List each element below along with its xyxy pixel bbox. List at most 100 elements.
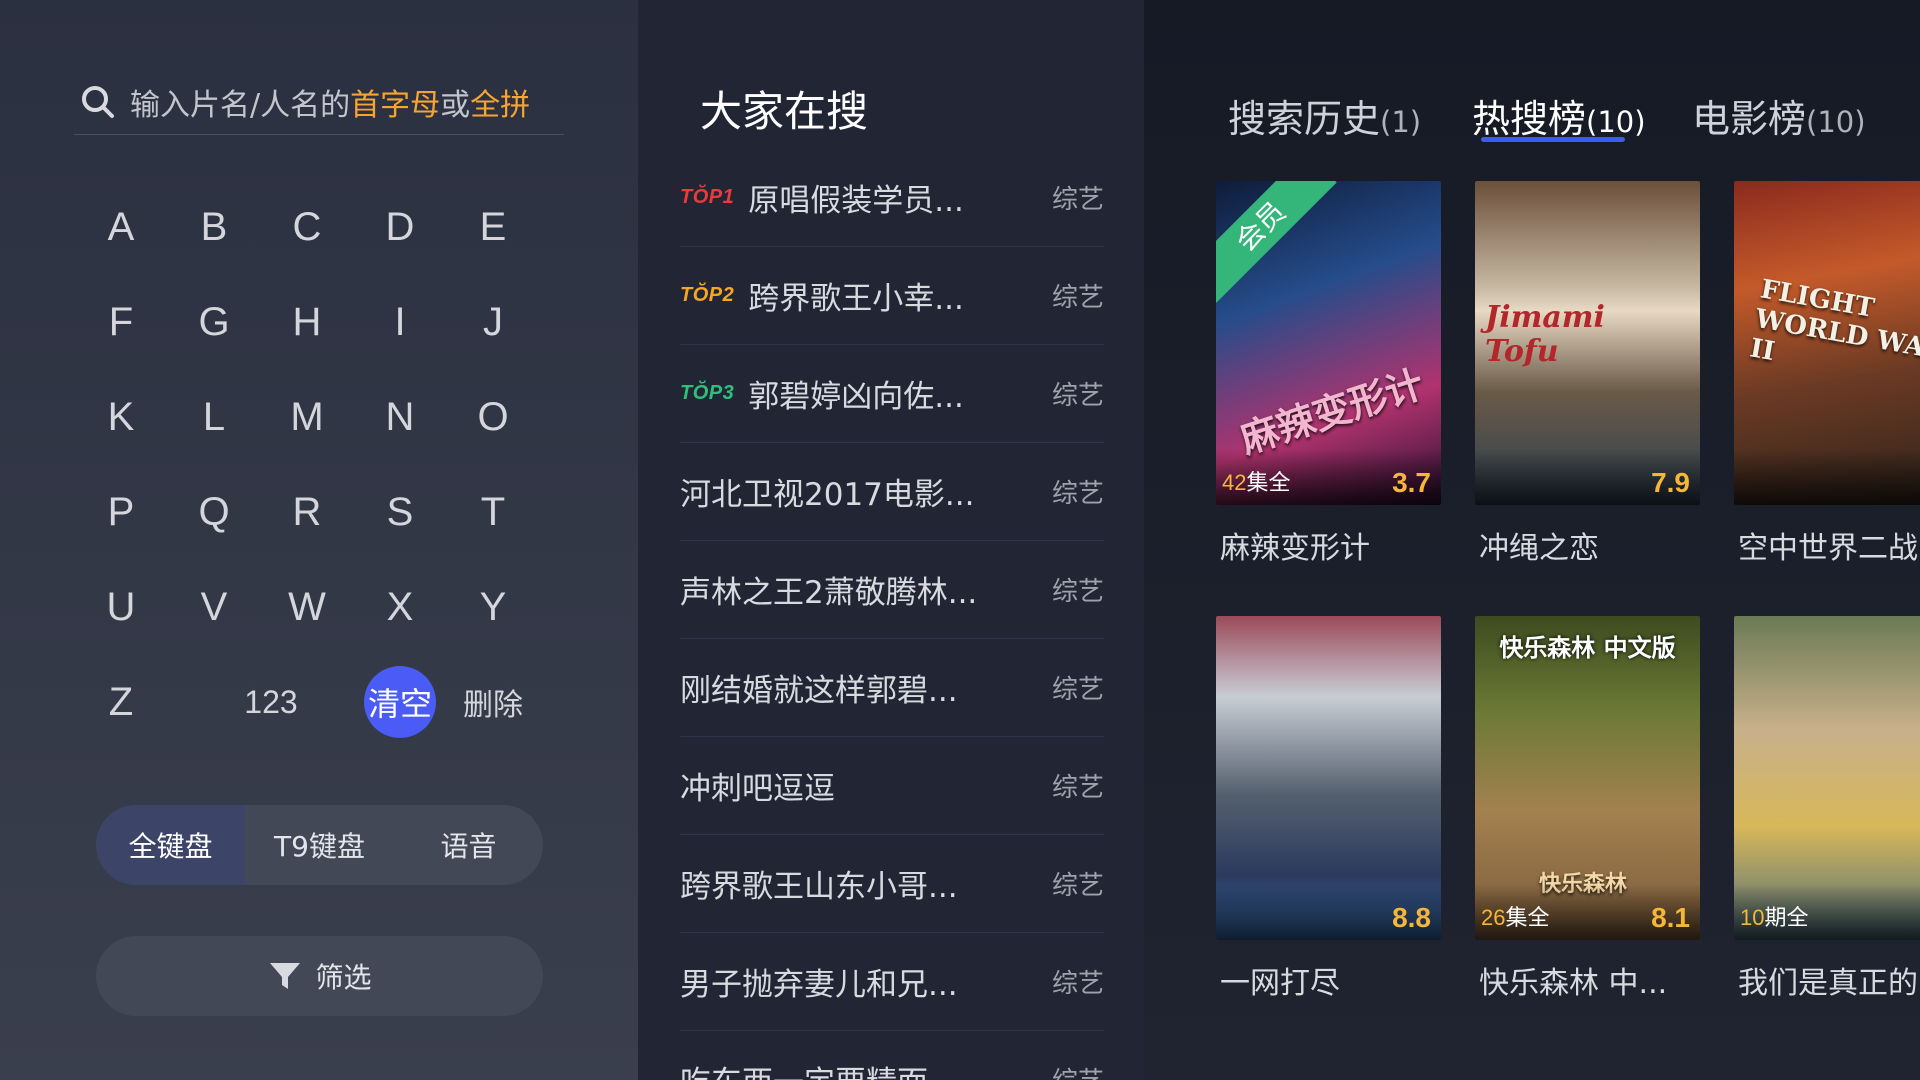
key-z[interactable]: Z — [81, 662, 161, 742]
key-a[interactable]: A — [81, 187, 161, 267]
poster-image: 快乐森林快乐森林 中文版26集全8.1 — [1475, 616, 1700, 940]
trending-item-title: 刚结婚就这样郭碧... — [680, 672, 958, 709]
key-g[interactable]: G — [174, 282, 254, 362]
poster-card[interactable]: Jimami Tofu 7.9 冲绳之恋 — [1475, 181, 1700, 567]
trending-item[interactable]: TŎP1 原唱假装学员... 综艺 — [680, 148, 1104, 247]
key-n[interactable]: N — [360, 377, 440, 457]
trending-item-title: 原唱假装学员... — [748, 182, 964, 219]
rank-badge: TŎP1 — [680, 185, 735, 208]
poster-card[interactable]: 快乐森林快乐森林 中文版26集全8.1 快乐森林 中... — [1475, 616, 1700, 1002]
poster-card[interactable]: 8.8 一网打尽 — [1216, 616, 1441, 1002]
trending-item-title: 冲刺吧逗逗 — [680, 770, 835, 807]
poster-title: 空中世界二战 — [1738, 531, 1918, 566]
poster-overlay-title: 快乐森林 中文版 — [1499, 634, 1676, 662]
key-u[interactable]: U — [81, 567, 161, 647]
key-h[interactable]: H — [267, 282, 347, 362]
rating-score: 8.1 — [1651, 902, 1690, 933]
clear-key[interactable]: 清空 — [364, 666, 436, 738]
key-k[interactable]: K — [81, 377, 161, 457]
keyboard-mode-switch: 全键盘 T9键盘 语音 — [96, 805, 543, 885]
poster-title: 我们是真正的 — [1738, 966, 1918, 1001]
rating-score: 7.9 — [1651, 467, 1690, 498]
tab-movie-ranking[interactable]: 电影榜(10) — [1692, 88, 1866, 143]
key-x[interactable]: X — [360, 567, 440, 647]
poster-image: 8.8 — [1216, 616, 1441, 940]
trending-item-category: 综艺 — [1051, 478, 1104, 509]
trending-item[interactable]: 男子抛弃妻儿和兄... 综艺 — [680, 932, 1104, 1031]
search-input[interactable]: 输入片名/人名的首字母或全拼 — [74, 70, 564, 135]
key-l[interactable]: L — [174, 377, 254, 457]
trending-panel: 大家在搜 TŎP1 原唱假装学员... 综艺 TŎP2 跨界歌王小幸... 综艺 TŎP3 郭… — [638, 0, 1144, 1080]
trending-item[interactable]: 河北卫视2017电影... 综艺 — [680, 442, 1104, 541]
key-i[interactable]: I — [360, 282, 440, 362]
trending-item[interactable]: 刚结婚就这样郭碧... 综艺 — [680, 638, 1104, 737]
key-q[interactable]: Q — [174, 472, 254, 552]
trending-item[interactable]: TŎP2 跨界歌王小幸... 综艺 — [680, 246, 1104, 345]
trending-item-category: 综艺 — [1051, 870, 1104, 901]
voice-button[interactable]: 语音 — [394, 805, 543, 885]
trending-item[interactable]: 冲刺吧逗逗 综艺 — [680, 736, 1104, 835]
poster-card[interactable]: 10期全8 我们是真正的 — [1734, 616, 1920, 1002]
key-c[interactable]: C — [267, 187, 347, 267]
trending-item-title: 河北卫视2017电影... — [680, 476, 975, 513]
trending-item[interactable]: TŎP3 郭碧婷凶向佐... 综艺 — [680, 344, 1104, 443]
trending-item-category: 综艺 — [1051, 576, 1104, 607]
full-keyboard-button[interactable]: 全键盘 — [96, 805, 245, 885]
delete-key[interactable]: 删除 — [453, 662, 533, 742]
funnel-icon — [270, 963, 301, 989]
numbers-key[interactable]: 123 — [221, 662, 321, 742]
trending-item[interactable]: 跨界歌王山东小哥... 综艺 — [680, 834, 1104, 933]
rank-badge: TŎP2 — [680, 283, 735, 306]
key-v[interactable]: V — [174, 567, 254, 647]
poster-card[interactable]: 麻辣变形计 会员 42集全 3.7 麻辣变形计 — [1216, 181, 1441, 567]
search-screen: 输入片名/人名的首字母或全拼 ABCDE FGHIJ KLMNO PQRST UVWXY… — [0, 0, 1920, 1080]
key-o[interactable]: O — [453, 377, 533, 457]
search-placeholder: 输入片名/人名的首字母或全拼 — [130, 88, 531, 123]
trending-title: 大家在搜 — [700, 87, 869, 136]
key-b[interactable]: B — [174, 187, 254, 267]
key-e[interactable]: E — [453, 187, 533, 267]
key-m[interactable]: M — [267, 377, 347, 457]
keyboard-panel: 输入片名/人名的首字母或全拼 ABCDE FGHIJ KLMNO PQRST UVWXY… — [0, 0, 638, 1080]
poster-image: Jimami Tofu 7.9 — [1475, 181, 1700, 505]
key-s[interactable]: S — [360, 472, 440, 552]
trending-item-title: 郭碧婷凶向佐... — [748, 378, 964, 415]
tab-search-history[interactable]: 搜索历史(1) — [1228, 88, 1421, 143]
rank-badge: TŎP3 — [680, 381, 735, 404]
trending-item-category: 综艺 — [1051, 282, 1104, 313]
trending-item[interactable]: 吃东西一定要精面...综艺 — [680, 1030, 1104, 1080]
trending-item-title: 男子抛弃妻儿和兄... — [680, 966, 958, 1003]
trending-item-category: 综艺 — [1051, 380, 1104, 411]
episode-count: 10期全 — [1740, 905, 1809, 931]
key-y[interactable]: Y — [453, 567, 533, 647]
key-d[interactable]: D — [360, 187, 440, 267]
t9-keyboard-button[interactable]: T9键盘 — [245, 805, 394, 885]
trending-item-category: 综艺 — [1051, 184, 1104, 215]
trending-item-title: 跨界歌王小幸... — [748, 280, 964, 317]
poster-title: 麻辣变形计 — [1220, 531, 1370, 566]
key-r[interactable]: R — [267, 472, 347, 552]
trending-item-title: 声林之王2萧敬腾林... — [680, 574, 978, 611]
key-j[interactable]: J — [453, 282, 533, 362]
rating-score: 8.8 — [1392, 902, 1431, 933]
filter-label: 筛选 — [315, 961, 372, 994]
poster-card[interactable]: FLIGHT WORLD WAR II7 空中世界二战 — [1734, 181, 1920, 567]
trending-item-category: 综艺 — [1052, 1061, 1104, 1080]
search-icon — [82, 86, 114, 118]
poster-image: 麻辣变形计 会员 42集全 3.7 — [1216, 181, 1441, 505]
filter-button[interactable]: 筛选 — [96, 936, 543, 1016]
key-t[interactable]: T — [453, 472, 533, 552]
key-f[interactable]: F — [81, 282, 161, 362]
key-w[interactable]: W — [267, 567, 347, 647]
poster-bottom-shade — [1734, 449, 1920, 505]
poster-title: 快乐森林 中... — [1479, 966, 1668, 1001]
trending-item-title: 跨界歌王山东小哥... — [680, 868, 958, 905]
poster-title: 冲绳之恋 — [1479, 531, 1599, 566]
key-p[interactable]: P — [81, 472, 161, 552]
trending-item-category: 综艺 — [1051, 674, 1104, 705]
tab-hot-search[interactable]: 热搜榜(10) — [1472, 88, 1646, 143]
trending-item[interactable]: 声林之王2萧敬腾林... 综艺 — [680, 540, 1104, 639]
poster-image: 10期全8 — [1734, 616, 1920, 940]
poster-title: 一网打尽 — [1220, 966, 1340, 1001]
poster-image: FLIGHT WORLD WAR II7 — [1734, 181, 1920, 505]
